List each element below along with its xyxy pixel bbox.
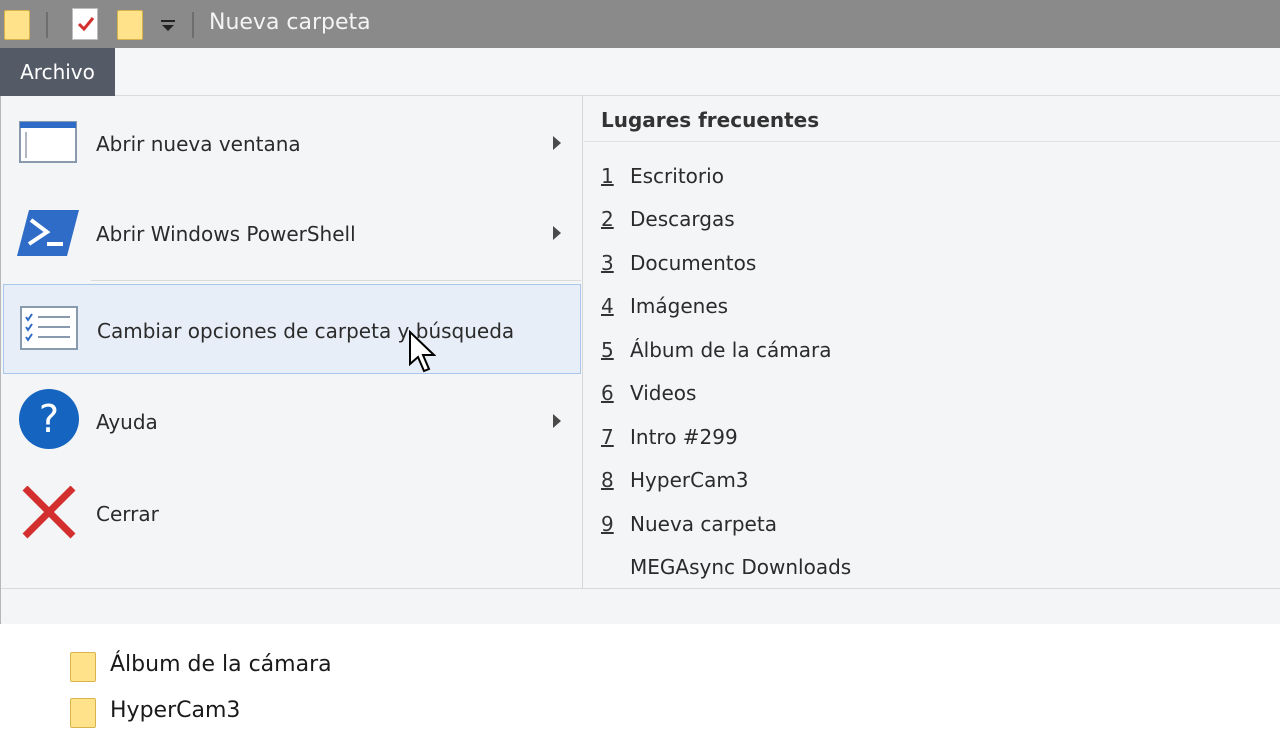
place-shortcut-number: 5 — [601, 338, 614, 362]
mouse-cursor-icon — [408, 329, 437, 378]
file-menu: Abrir nueva ventana Abrir Windows PowerS… — [0, 96, 1280, 624]
place-shortcut-number: 1 — [601, 164, 614, 188]
frequent-place-item[interactable]: 1 Escritorio — [601, 156, 1261, 196]
frequent-place-item[interactable]: 2 Descargas — [601, 199, 1261, 239]
place-shortcut-number: 2 — [601, 207, 614, 231]
menu-item-label: Abrir nueva ventana — [96, 132, 301, 156]
menu-item-label: Cerrar — [96, 502, 159, 526]
frequent-place-item[interactable]: 8 HyperCam3 — [601, 460, 1261, 500]
frequent-places-header: Lugares frecuentes — [584, 96, 1280, 142]
folder-icon — [70, 698, 96, 728]
frequent-place-item[interactable]: 9 Nueva carpeta — [601, 504, 1261, 544]
place-label: MEGAsync Downloads — [630, 555, 852, 579]
place-label: Escritorio — [630, 164, 724, 188]
file-tab[interactable]: Archivo — [0, 48, 115, 96]
place-label: Descargas — [630, 207, 735, 231]
submenu-arrow-icon — [553, 414, 561, 428]
help-icon: ? — [17, 389, 79, 449]
frequent-places-title: Lugares frecuentes — [601, 108, 820, 132]
new-folder-icon[interactable] — [117, 10, 143, 40]
folder-icon[interactable] — [4, 10, 30, 40]
place-shortcut-number: 9 — [601, 512, 614, 536]
menu-divider — [91, 280, 581, 281]
menu-item-close[interactable]: Cerrar — [3, 468, 581, 558]
frequent-place-item[interactable]: 6 Videos — [601, 373, 1261, 413]
svg-text:?: ? — [39, 397, 59, 441]
new-window-icon — [17, 116, 79, 170]
place-shortcut-number: 6 — [601, 381, 614, 405]
place-shortcut-number: 8 — [601, 468, 614, 492]
file-menu-commands: Abrir nueva ventana Abrir Windows PowerS… — [1, 96, 583, 588]
place-label: HyperCam3 — [630, 468, 749, 492]
toolbar-separator — [46, 12, 48, 38]
customize-dropdown-icon[interactable] — [158, 14, 178, 36]
submenu-arrow-icon — [553, 136, 561, 150]
place-shortcut-number: 7 — [601, 425, 614, 449]
folder-options-icon — [18, 303, 80, 357]
menu-item-label: Abrir Windows PowerShell — [96, 222, 356, 246]
place-shortcut-number: 4 — [601, 294, 614, 318]
frequent-place-item[interactable]: 7 Intro #299 — [601, 417, 1261, 457]
frequent-place-item[interactable]: 3 Documentos — [601, 243, 1261, 283]
menu-item-help[interactable]: ? Ayuda — [3, 376, 581, 466]
place-shortcut-number: 3 — [601, 251, 614, 275]
title-bar: Nueva carpeta — [0, 0, 1280, 48]
menu-item-powershell[interactable]: Abrir Windows PowerShell — [3, 188, 581, 278]
menu-item-new-window[interactable]: Abrir nueva ventana — [3, 98, 581, 188]
frequent-place-item[interactable]: 4 Imágenes — [601, 286, 1261, 326]
frequent-place-item[interactable]: 5 Álbum de la cámara — [601, 330, 1261, 370]
menu-item-label: Ayuda — [96, 410, 158, 434]
ribbon: Archivo — [0, 48, 1280, 96]
window-title: Nueva carpeta — [209, 10, 371, 35]
frequent-place-item[interactable]: MEGAsync Downloads — [601, 547, 1261, 587]
place-label: Videos — [630, 381, 697, 405]
place-label: Documentos — [630, 251, 757, 275]
list-item-label: Álbum de la cámara — [110, 652, 332, 677]
properties-icon[interactable] — [72, 8, 98, 40]
folder-icon — [70, 652, 96, 682]
powershell-icon — [17, 206, 79, 260]
menu-item-folder-options[interactable]: Cambiar opciones de carpeta y búsqueda — [3, 284, 581, 374]
submenu-arrow-icon — [553, 226, 561, 240]
toolbar-separator — [192, 12, 194, 38]
frequent-places-pane: Lugares frecuentes 1 Escritorio 2 Descar… — [584, 96, 1280, 588]
list-item-label: HyperCam3 — [110, 698, 241, 723]
menu-item-label: Cambiar opciones de carpeta y búsqueda — [97, 319, 515, 343]
close-icon — [17, 485, 79, 540]
place-label: Álbum de la cámara — [630, 338, 832, 362]
place-label: Intro #299 — [630, 425, 738, 449]
file-menu-footer — [1, 588, 1280, 624]
place-label: Imágenes — [630, 294, 729, 318]
place-label: Nueva carpeta — [630, 512, 777, 536]
